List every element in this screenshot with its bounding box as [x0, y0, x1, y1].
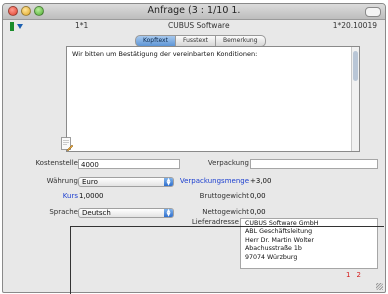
- page-link-2[interactable]: 2: [356, 271, 360, 279]
- gross-weight-label: Bruttogewicht: [199, 192, 249, 200]
- record-date: 1*20.10019: [332, 21, 377, 30]
- language-select[interactable]: Deutsch ▲ ▼: [78, 208, 174, 218]
- delivery-address-label: Lieferadresse: [191, 218, 239, 226]
- address-line: ABL Geschäftsleitung: [245, 228, 313, 236]
- disclosure-triangle-icon[interactable]: [17, 24, 23, 29]
- packaging-field[interactable]: [250, 159, 378, 169]
- cost-center-field[interactable]: 4000: [78, 159, 180, 169]
- company-name: CUBUS Software: [168, 21, 230, 30]
- cost-center-label: Kostenstelle: [35, 159, 78, 167]
- language-label: Sprache: [49, 208, 78, 216]
- header-text: Wir bitten um Bestätigung der vereinbart…: [72, 50, 258, 58]
- exchange-rate-label[interactable]: Kurs: [63, 192, 78, 200]
- currency-label: Währung: [46, 177, 78, 185]
- toolbar-toggle-button[interactable]: [365, 7, 381, 17]
- title-bar[interactable]: Anfrage (3 : 1/10 1.: [3, 4, 385, 20]
- document-window: Anfrage (3 : 1/10 1. 1*1 CUBUS Software …: [2, 3, 386, 293]
- window-title: Anfrage (3 : 1/10 1.: [147, 5, 241, 16]
- edit-document-icon[interactable]: [61, 137, 73, 152]
- resize-grip[interactable]: [376, 283, 383, 290]
- select-arrows-icon: ▲ ▼: [164, 209, 173, 218]
- page-selector: 12: [346, 271, 367, 279]
- address-line: Abachusstraße 1b: [245, 245, 302, 253]
- packaging-quantity-value: +3,00: [250, 177, 272, 185]
- packaging-label: Verpackung: [207, 159, 249, 167]
- callout-line: [70, 226, 71, 294]
- record-number: 1*1: [75, 21, 89, 30]
- text-tabs: Kopftext Fusstext Bemerkung: [135, 35, 266, 47]
- packaging-quantity-label[interactable]: Verpackungsmenge: [180, 177, 249, 185]
- record-status-icon: [10, 22, 14, 31]
- callout-line: [71, 226, 384, 227]
- scrollbar-thumb[interactable]: [353, 51, 358, 81]
- address-line: 97074 Würzburg: [245, 253, 298, 261]
- address-line: Herr Dr. Martin Wolter: [245, 236, 315, 244]
- currency-select[interactable]: Euro ▲ ▼: [78, 177, 174, 187]
- header-text-area[interactable]: Wir bitten um Bestätigung der vereinbart…: [66, 46, 360, 152]
- net-weight-value: 0,00: [250, 208, 266, 216]
- page-link-1[interactable]: 1: [346, 271, 350, 279]
- exchange-rate-value: 1,0000: [79, 192, 104, 200]
- record-info-bar: 1*1 CUBUS Software 1*20.10019: [3, 20, 385, 32]
- address-line: CUBUS Software GmbH: [245, 220, 319, 227]
- gross-weight-value: 0,00: [250, 192, 266, 200]
- currency-value: Euro: [82, 178, 98, 186]
- net-weight-label: Nettogewicht: [202, 208, 249, 216]
- language-value: Deutsch: [82, 209, 111, 217]
- text-scrollbar[interactable]: [351, 47, 359, 151]
- select-arrows-icon: ▲ ▼: [164, 178, 173, 187]
